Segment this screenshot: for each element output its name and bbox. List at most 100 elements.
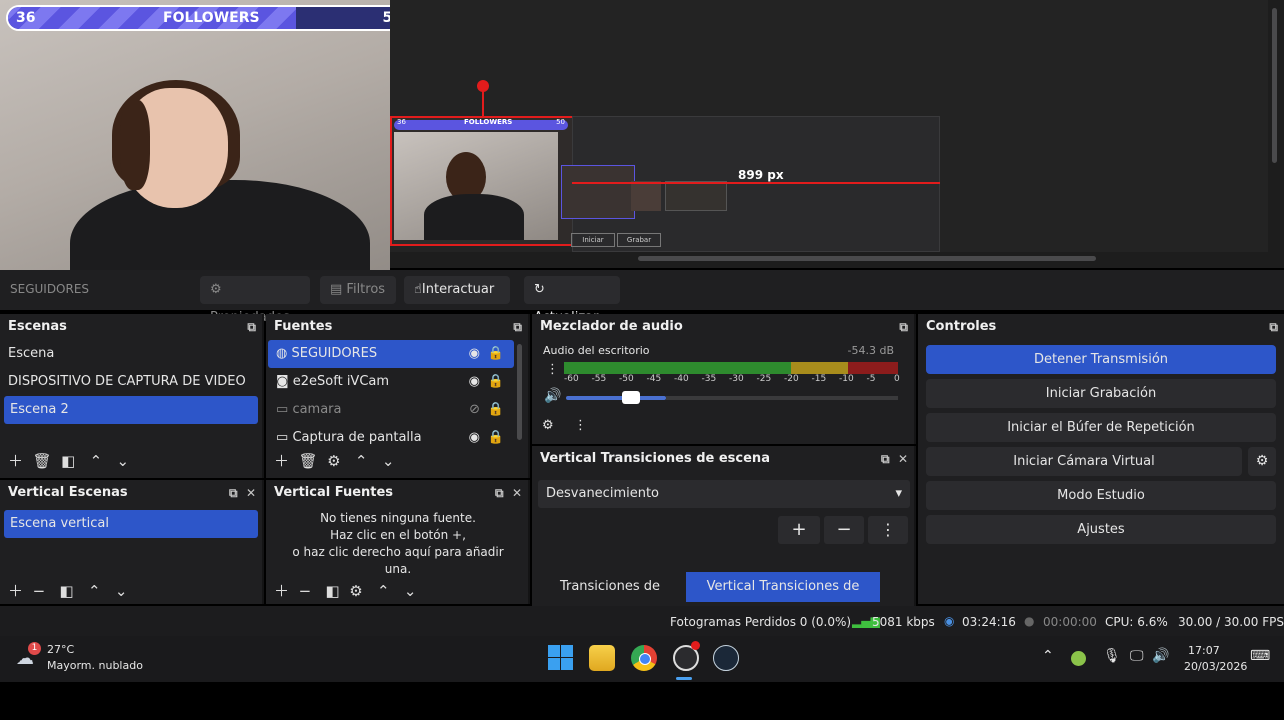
add-icon[interactable]: ＋ xyxy=(8,452,23,470)
mini-follow-bar: 36 FOLLOWERS 50 xyxy=(394,118,568,130)
gear-icon[interactable]: ⚙ xyxy=(327,452,340,470)
chevron-up-icon[interactable]: ⌃ xyxy=(88,582,101,600)
volume-slider-handle[interactable] xyxy=(622,391,640,404)
interact-button[interactable]: ☝Interactuar xyxy=(404,276,510,304)
vertical-scene-item-selected[interactable]: Escena vertical xyxy=(4,510,258,538)
kebab-icon[interactable]: ⋮ xyxy=(574,418,587,433)
gear-icon[interactable]: ⚙ xyxy=(349,582,362,600)
scene-item-selected[interactable]: Escena 2 xyxy=(4,396,258,424)
refresh-button[interactable]: ↻ Actualizar xyxy=(524,276,620,325)
windows-start-icon[interactable] xyxy=(548,645,574,671)
chrome-icon[interactable] xyxy=(631,645,657,671)
undock-icon[interactable]: ⧉ xyxy=(513,314,522,340)
advanced-audio-icon[interactable]: ⚙ xyxy=(542,418,554,433)
volume-icon[interactable]: 🔊 xyxy=(1152,648,1169,664)
add-icon[interactable]: ＋ xyxy=(274,582,289,600)
undock-icon[interactable]: ⧉ xyxy=(1269,314,1278,340)
source-label: camara xyxy=(292,402,342,417)
eye-off-icon[interactable]: ⊘ xyxy=(469,396,480,424)
scene-item[interactable]: DISPOSITIVO DE CAPTURA DE VIDEO xyxy=(0,368,262,396)
stop-stream-button[interactable]: Detener Transmisión xyxy=(926,345,1276,374)
clock-date[interactable]: 20/03/2026 xyxy=(1184,660,1247,673)
virtual-camera-settings-button[interactable]: ⚙ xyxy=(1248,447,1276,476)
empty-line: Haz clic en el botón +, xyxy=(330,528,466,542)
filter-icon[interactable]: ◧ xyxy=(59,582,73,600)
chevron-up-icon[interactable]: ⌃ xyxy=(90,452,103,470)
scene-item[interactable]: Escena xyxy=(0,340,262,368)
lock-icon[interactable]: 🔒 xyxy=(488,396,504,424)
eye-icon[interactable]: ◉ xyxy=(469,424,480,444)
transition-select[interactable]: Desvanecimiento ▾ xyxy=(538,480,910,508)
file-explorer-icon[interactable] xyxy=(589,645,615,671)
source-item-selected[interactable]: ◍ SEGUIDORES ◉ 🔒 xyxy=(268,340,514,368)
sources-footer: ＋ 🗑 ⚙ ⌃ ⌄ xyxy=(274,450,394,471)
tray-app-icon[interactable] xyxy=(1071,651,1086,666)
chevron-up-icon[interactable]: ⌃ xyxy=(377,582,390,600)
undock-close-icons[interactable]: ⧉ ✕ xyxy=(495,480,522,506)
speaker-icon[interactable]: 🔊 xyxy=(544,388,561,404)
chevron-down-icon[interactable]: ⌄ xyxy=(382,452,395,470)
preview-hscrollbar[interactable] xyxy=(638,256,1096,261)
cpu-usage: CPU: 6.6% xyxy=(1105,615,1168,629)
vsources-empty-message[interactable]: No tienes ninguna fuente. Haz clic en el… xyxy=(266,510,530,578)
eye-icon[interactable]: ◉ xyxy=(469,368,480,396)
minus-icon[interactable]: − xyxy=(33,582,46,600)
filter-icon[interactable]: ◧ xyxy=(61,452,75,470)
meter-tick-label: -55 xyxy=(591,374,607,384)
settings-button[interactable]: Ajustes xyxy=(926,515,1276,544)
lock-icon[interactable]: 🔒 xyxy=(488,368,504,396)
source-item-hidden[interactable]: ▭ camara ⊘ 🔒 xyxy=(266,396,514,424)
filter-icon[interactable]: ◧ xyxy=(325,582,339,600)
transition-selected: Desvanecimiento xyxy=(546,486,660,501)
notification-icon[interactable]: ⌨ xyxy=(1250,648,1270,664)
selected-source-frame[interactable]: 36 FOLLOWERS 50 xyxy=(390,116,576,246)
clock-time[interactable]: 17:07 xyxy=(1188,644,1220,657)
virtual-camera-button[interactable]: Iniciar Cámara Virtual xyxy=(926,447,1242,476)
add-transition-button[interactable]: + xyxy=(778,516,820,544)
rotate-handle[interactable] xyxy=(477,80,489,92)
undock-close-icons[interactable]: ⧉ ✕ xyxy=(881,446,908,472)
start-recording-button[interactable]: Iniciar Grabación xyxy=(926,379,1276,408)
undock-close-icons[interactable]: ⧉ ✕ xyxy=(229,480,256,506)
record-time: 00:00:00 xyxy=(1043,615,1097,629)
chevron-up-icon[interactable]: ⌃ xyxy=(355,452,368,470)
display-icon[interactable]: 🖵 xyxy=(1130,648,1144,664)
weather-widget[interactable]: ☁ 1 xyxy=(16,642,42,669)
trash-icon[interactable]: 🗑 xyxy=(299,452,318,470)
volume-slider[interactable] xyxy=(566,396,666,400)
controls-title: Controles ⧉ xyxy=(918,314,1284,340)
kebab-icon[interactable]: ⋮ xyxy=(546,362,559,377)
add-icon[interactable]: ＋ xyxy=(8,582,23,600)
monitor-icon: ▭ xyxy=(276,402,289,417)
preview-vscrollbar[interactable] xyxy=(1272,8,1277,163)
chevron-up-icon[interactable]: ⌃ xyxy=(1042,648,1054,664)
studio-mode-button[interactable]: Modo Estudio xyxy=(926,481,1276,510)
chevron-down-icon[interactable]: ⌄ xyxy=(117,452,130,470)
microphone-icon[interactable]: 🎙 xyxy=(1103,648,1121,664)
steam-icon[interactable] xyxy=(713,645,739,671)
filters-button[interactable]: ▤ Filtros xyxy=(320,276,396,304)
preview-canvas[interactable]: 36 FOLLOWERS 50 Iniciar Grabar 899 px xyxy=(388,0,1277,261)
add-icon[interactable]: ＋ xyxy=(274,452,289,470)
sources-scrollbar[interactable] xyxy=(517,344,522,440)
lock-icon[interactable]: 🔒 xyxy=(488,340,504,368)
trash-icon[interactable]: 🗑 xyxy=(33,452,52,470)
chevron-down-icon[interactable]: ⌄ xyxy=(115,582,128,600)
transition-menu-button[interactable]: ⋮ xyxy=(868,516,908,544)
undock-icon[interactable]: ⧉ xyxy=(247,314,256,340)
undock-icon[interactable]: ⧉ xyxy=(899,314,908,340)
minus-icon[interactable]: − xyxy=(299,582,312,600)
chevron-down-icon[interactable]: ⌄ xyxy=(404,582,417,600)
remove-transition-button[interactable]: − xyxy=(824,516,864,544)
tab-vertical-transitions[interactable]: Vertical Transiciones de escena xyxy=(686,572,880,624)
source-item[interactable]: ▭ Captura de pantalla ◉ 🔒 xyxy=(266,424,514,444)
lock-icon[interactable]: 🔒 xyxy=(488,424,504,444)
eye-icon[interactable]: ◉ xyxy=(469,340,480,368)
obs-icon[interactable] xyxy=(673,641,700,671)
tab-transitions[interactable]: Transiciones de escena xyxy=(536,572,684,624)
properties-button[interactable]: ⚙ Propiedades xyxy=(200,276,310,325)
replay-buffer-button[interactable]: Iniciar el Búfer de Repetición xyxy=(926,413,1276,442)
webcam-feed: 36 FOLLOWERS 50 xyxy=(0,0,390,292)
kebab-icon: ⋮ xyxy=(880,520,896,539)
source-item[interactable]: ◙ e2eSoft iVCam ◉ 🔒 xyxy=(266,368,514,396)
